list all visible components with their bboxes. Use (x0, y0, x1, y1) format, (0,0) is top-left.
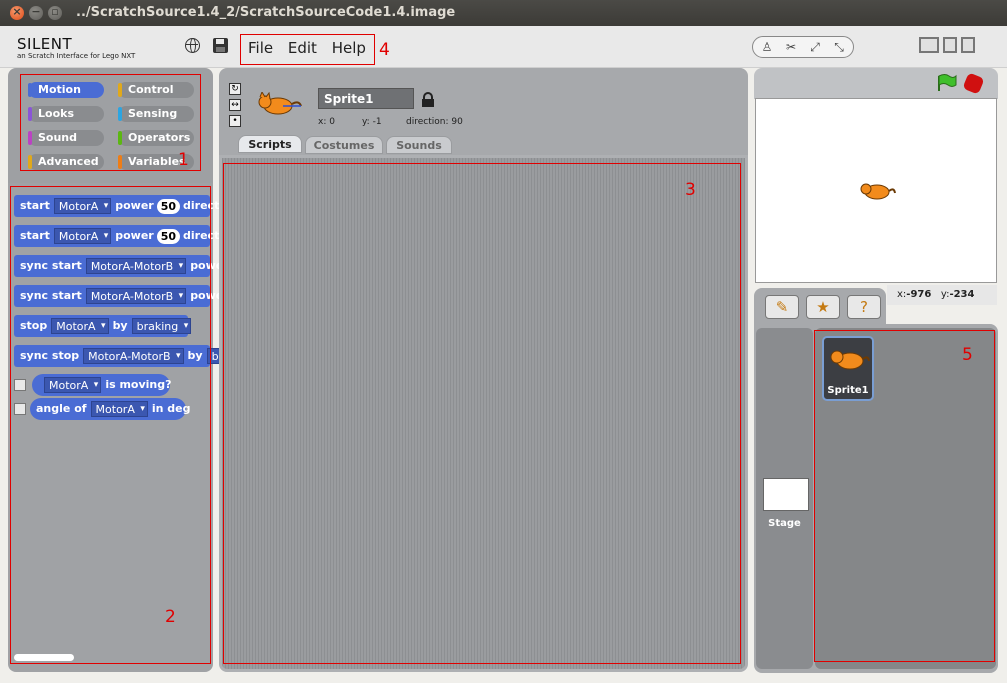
random-sprite-icon[interactable]: ? (847, 295, 881, 319)
tab-costumes[interactable]: Costumes (305, 136, 383, 154)
close-window-button[interactable]: × (10, 5, 24, 20)
annotation-box-5 (814, 330, 995, 662)
tab-scripts[interactable]: Scripts (238, 135, 302, 153)
sprite-direction-label: direction: 90 (406, 117, 463, 127)
annotation-box-4 (240, 34, 375, 65)
globe-icon[interactable] (185, 38, 200, 53)
rotate-mode-icon[interactable]: ↻ (229, 83, 241, 95)
annotation-number-3: 3 (685, 180, 696, 200)
close-icon: × (12, 5, 22, 18)
paint-new-sprite-icon[interactable]: ✎ (765, 295, 799, 319)
annotation-number-4: 4 (379, 40, 390, 60)
tab-sounds[interactable]: Sounds (386, 136, 452, 154)
minimize-window-button[interactable]: − (29, 5, 43, 20)
annotation-number-1: 1 (178, 150, 189, 170)
stage-sprite-icon[interactable] (856, 181, 896, 201)
annotation-number-5: 5 (962, 345, 973, 365)
delete-scissors-icon[interactable]: ✂ (783, 40, 799, 54)
annotation-box-1 (20, 74, 201, 171)
sprite-cat-icon (258, 92, 302, 115)
open-sprite-file-icon[interactable]: ★ (806, 295, 840, 319)
sprite-tools-group: ♙ ✂ ⤢ ⤡ (752, 36, 854, 58)
mouse-coords: x:-976 y:-234 (887, 285, 997, 305)
app-header: SILENT an Scratch Interface for Lego NXT… (0, 26, 1007, 68)
grow-icon[interactable]: ⤢ (807, 40, 823, 54)
sprite-x-label: x: 0 (318, 117, 335, 127)
minimize-icon: − (31, 5, 41, 18)
sprite-name-field[interactable]: Sprite1 (318, 88, 414, 109)
duplicate-icon[interactable]: ♙ (759, 40, 775, 54)
presentation-mode-icon[interactable] (961, 37, 975, 53)
scratch-window: × − ▫ ../ScratchSource1.4_2/ScratchSourc… (0, 0, 1007, 683)
maximize-icon: ▫ (51, 5, 59, 18)
shrink-icon[interactable]: ⤡ (831, 40, 847, 54)
maximize-window-button[interactable]: ▫ (48, 5, 62, 20)
sprite-y-label: y: -1 (362, 117, 382, 127)
green-flag-icon[interactable] (935, 73, 957, 93)
annotation-number-2: 2 (165, 607, 176, 627)
annotation-box-2 (10, 186, 211, 664)
normal-stage-icon[interactable] (919, 37, 939, 53)
flip-mode-icon[interactable]: ↔ (229, 99, 241, 111)
app-subtitle: an Scratch Interface for Lego NXT (17, 52, 136, 60)
stage-label: Stage (768, 518, 801, 529)
lock-icon-body (422, 99, 434, 107)
app-logo: SILENT (17, 35, 73, 53)
annotation-box-3 (223, 163, 741, 664)
small-stage-icon[interactable] (943, 37, 957, 53)
window-title: ../ScratchSource1.4_2/ScratchSourceCode1… (76, 5, 456, 20)
stage-header (754, 68, 998, 99)
stage-thumbnail[interactable] (763, 478, 809, 511)
no-rotate-icon[interactable]: • (229, 115, 241, 127)
title-bar: × − ▫ ../ScratchSource1.4_2/ScratchSourc… (0, 0, 1007, 26)
save-icon[interactable] (213, 38, 228, 53)
view-mode-buttons (919, 37, 979, 57)
